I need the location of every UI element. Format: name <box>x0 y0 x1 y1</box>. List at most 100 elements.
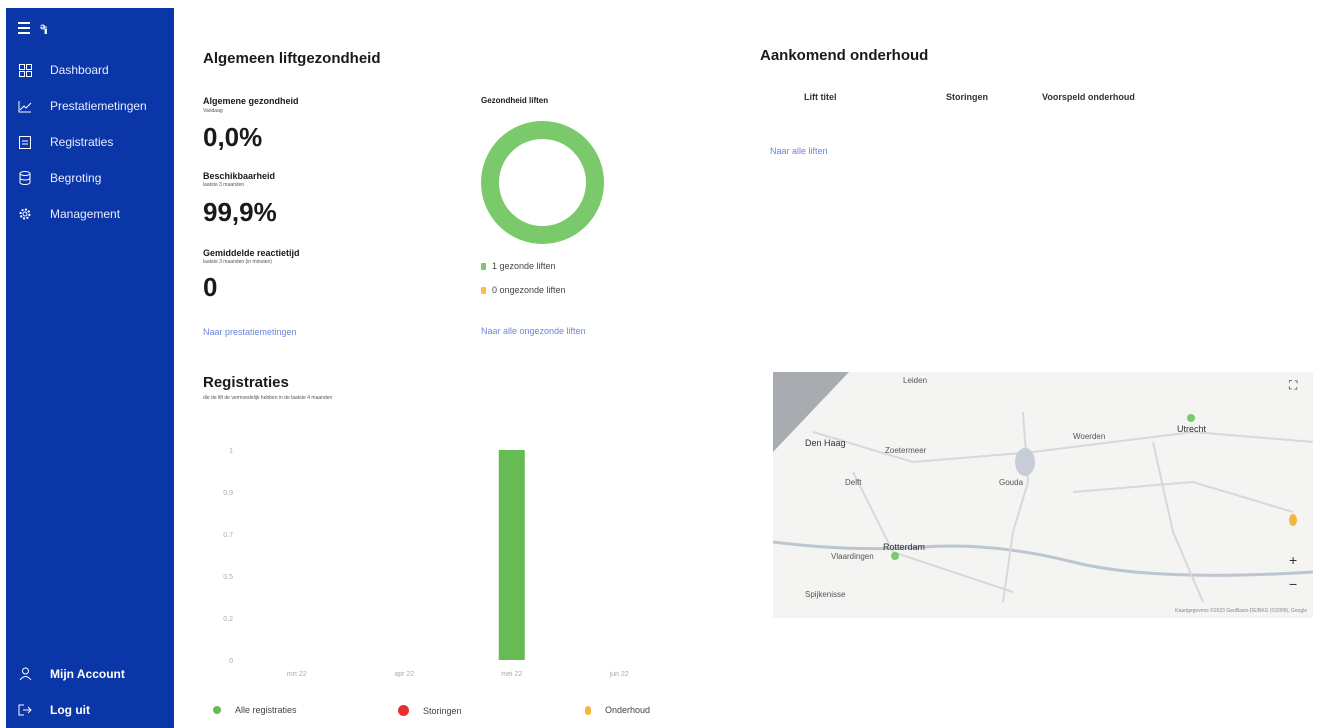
legend-label: Alle registraties <box>235 705 297 715</box>
map-label: Den Haag <box>805 438 846 448</box>
app-logo: ᵊᵢᵢ <box>40 20 47 36</box>
legend-label: Storingen <box>423 705 462 716</box>
fullscreen-icon[interactable]: ⛶ <box>1289 378 1297 393</box>
sidebar-item-label: Management <box>50 207 121 221</box>
metric-sub: laatste 3 maanden (in minuten) <box>203 259 272 265</box>
legend-healthy: 1 gezonde liften <box>481 261 556 271</box>
map-marker-utrecht[interactable] <box>1187 414 1195 422</box>
legend-storingen[interactable]: Storingen <box>398 705 462 716</box>
sidebar-item-label: Registraties <box>50 135 114 149</box>
sidebar-item-management[interactable]: Management <box>6 196 174 232</box>
red-dot-icon <box>398 705 409 716</box>
y-tick-label: 0 <box>229 658 233 665</box>
sidebar-item-registraties[interactable]: Registraties <box>6 124 174 160</box>
sidebar-footer: Mijn Account Log uit <box>6 656 174 728</box>
sidebar-item-label: Log uit <box>50 703 90 717</box>
healthy-dot-icon <box>481 262 486 270</box>
map-attribution: Kaartgegevens ©2023 GeoBasis-DE/BKG (©20… <box>1175 608 1307 614</box>
health-donut-chart <box>481 121 604 244</box>
map-label: Delft <box>845 478 862 487</box>
y-tick-label: 0.2 <box>223 616 233 623</box>
map-road <box>1152 441 1204 603</box>
column-header[interactable]: Storingen <box>946 92 988 102</box>
legend-all[interactable]: Alle registraties <box>213 705 297 715</box>
sidebar-nav: Dashboard Prestatiemetingen Registraties… <box>6 52 174 232</box>
sidebar-header: ᵊᵢᵢ <box>18 20 47 36</box>
metric-label: Algemene gezondheid <box>203 96 299 106</box>
wrench-icon <box>585 705 591 715</box>
pegman-icon[interactable] <box>1289 514 1297 526</box>
y-tick-label: 0.7 <box>223 532 233 539</box>
sidebar: ᵊᵢᵢ Dashboard Prestatiemetingen Registra… <box>6 8 174 728</box>
sidebar-item-label: Mijn Account <box>50 667 125 681</box>
all-lifts-link[interactable]: Naar alle liften <box>770 146 828 156</box>
zoom-in-button[interactable]: + <box>1289 552 1297 568</box>
person-icon <box>18 667 32 681</box>
y-tick-label: 0.5 <box>223 574 233 581</box>
chart-bar[interactable] <box>498 450 525 660</box>
metric-value: 0 <box>203 272 218 302</box>
column-header[interactable]: Lift titel <box>804 92 837 102</box>
sidebar-item-dashboard[interactable]: Dashboard <box>6 52 174 88</box>
map-road <box>852 471 1014 593</box>
map-label: Vlaardingen <box>831 552 874 561</box>
metric-sub: Vandaag <box>203 108 223 114</box>
health-title: Algemeen liftgezondheid <box>203 50 381 67</box>
x-tick-label: jun 22 <box>609 671 629 678</box>
registraties-title: Registraties <box>203 374 289 391</box>
legend-label: Onderhoud <box>605 705 651 715</box>
sidebar-item-label: Prestatiemetingen <box>50 99 147 113</box>
green-dot-icon <box>213 706 221 714</box>
map-road <box>1072 480 1294 513</box>
legend-unhealthy: 0 ongezonde liften <box>481 285 566 295</box>
donut-title: Gezondheid liften <box>481 96 549 105</box>
logout-icon <box>18 703 32 717</box>
unhealthy-dot-icon <box>481 286 486 294</box>
sidebar-item-logout[interactable]: Log uit <box>6 692 174 728</box>
grid-icon <box>18 63 32 77</box>
gear-icon <box>18 207 32 221</box>
legend-label: 0 ongezonde liften <box>492 285 566 295</box>
map-marker-rotterdam[interactable] <box>891 552 899 560</box>
map-lake <box>1015 448 1035 476</box>
map-label: Zoetermeer <box>885 446 927 455</box>
map-label: Leiden <box>903 376 928 385</box>
x-tick-label: mei 22 <box>501 671 522 678</box>
database-icon <box>18 171 32 185</box>
map-label: Spijkenisse <box>805 590 846 599</box>
map-road <box>1002 411 1030 603</box>
registraties-chart: 0 0.2 0.5 0.7 0.9 1 mrt 22 apr 22 mei 22 jun 22 <box>223 448 629 678</box>
unhealthy-lifts-link[interactable]: Naar alle ongezonde liften <box>481 326 586 336</box>
sidebar-item-account[interactable]: Mijn Account <box>6 656 174 692</box>
chart-line-icon <box>18 99 32 113</box>
metric-label: Gemiddelde reactietijd <box>203 248 300 258</box>
x-tick-label: mrt 22 <box>287 671 307 678</box>
clipboard-icon <box>18 135 32 149</box>
y-tick-label: 1 <box>229 448 233 455</box>
column-header[interactable]: Voorspeld onderhoud <box>1042 92 1135 102</box>
metric-value: 99,9% <box>203 197 277 227</box>
x-tick-label: apr 22 <box>394 671 414 678</box>
map-label: Woerden <box>1073 432 1106 441</box>
registraties-subtitle: die de lift de vermoedelijk hebben in de… <box>203 395 333 401</box>
legend-onderhoud[interactable]: Onderhoud <box>585 705 650 715</box>
map-view[interactable]: Leiden Den Haag Zoetermeer Woerden Utrec… <box>773 372 1313 618</box>
metric-value: 0,0% <box>203 122 263 152</box>
sidebar-item-prestatiemetingen[interactable]: Prestatiemetingen <box>6 88 174 124</box>
metric-sub: laatste 3 maanden <box>203 182 245 188</box>
prestatiemetingen-link[interactable]: Naar prestatiemetingen <box>203 327 297 337</box>
app-root: ᵊᵢᵢ Dashboard Prestatiemetingen Registra… <box>0 0 1324 728</box>
zoom-out-button[interactable]: − <box>1289 576 1297 592</box>
map-label: Gouda <box>999 478 1024 487</box>
sidebar-item-label: Dashboard <box>50 63 109 77</box>
legend-label: 1 gezonde liften <box>492 261 556 271</box>
menu-icon[interactable] <box>18 22 30 34</box>
sidebar-item-label: Begroting <box>50 171 102 185</box>
map-label: Rotterdam <box>883 542 926 552</box>
y-tick-label: 0.9 <box>223 490 233 497</box>
maintenance-title: Aankomend onderhoud <box>760 47 929 64</box>
sidebar-item-begroting[interactable]: Begroting <box>6 160 174 196</box>
map-roads <box>773 372 1313 603</box>
metric-label: Beschikbaarheid <box>203 171 276 181</box>
map-label: Utrecht <box>1177 424 1207 434</box>
